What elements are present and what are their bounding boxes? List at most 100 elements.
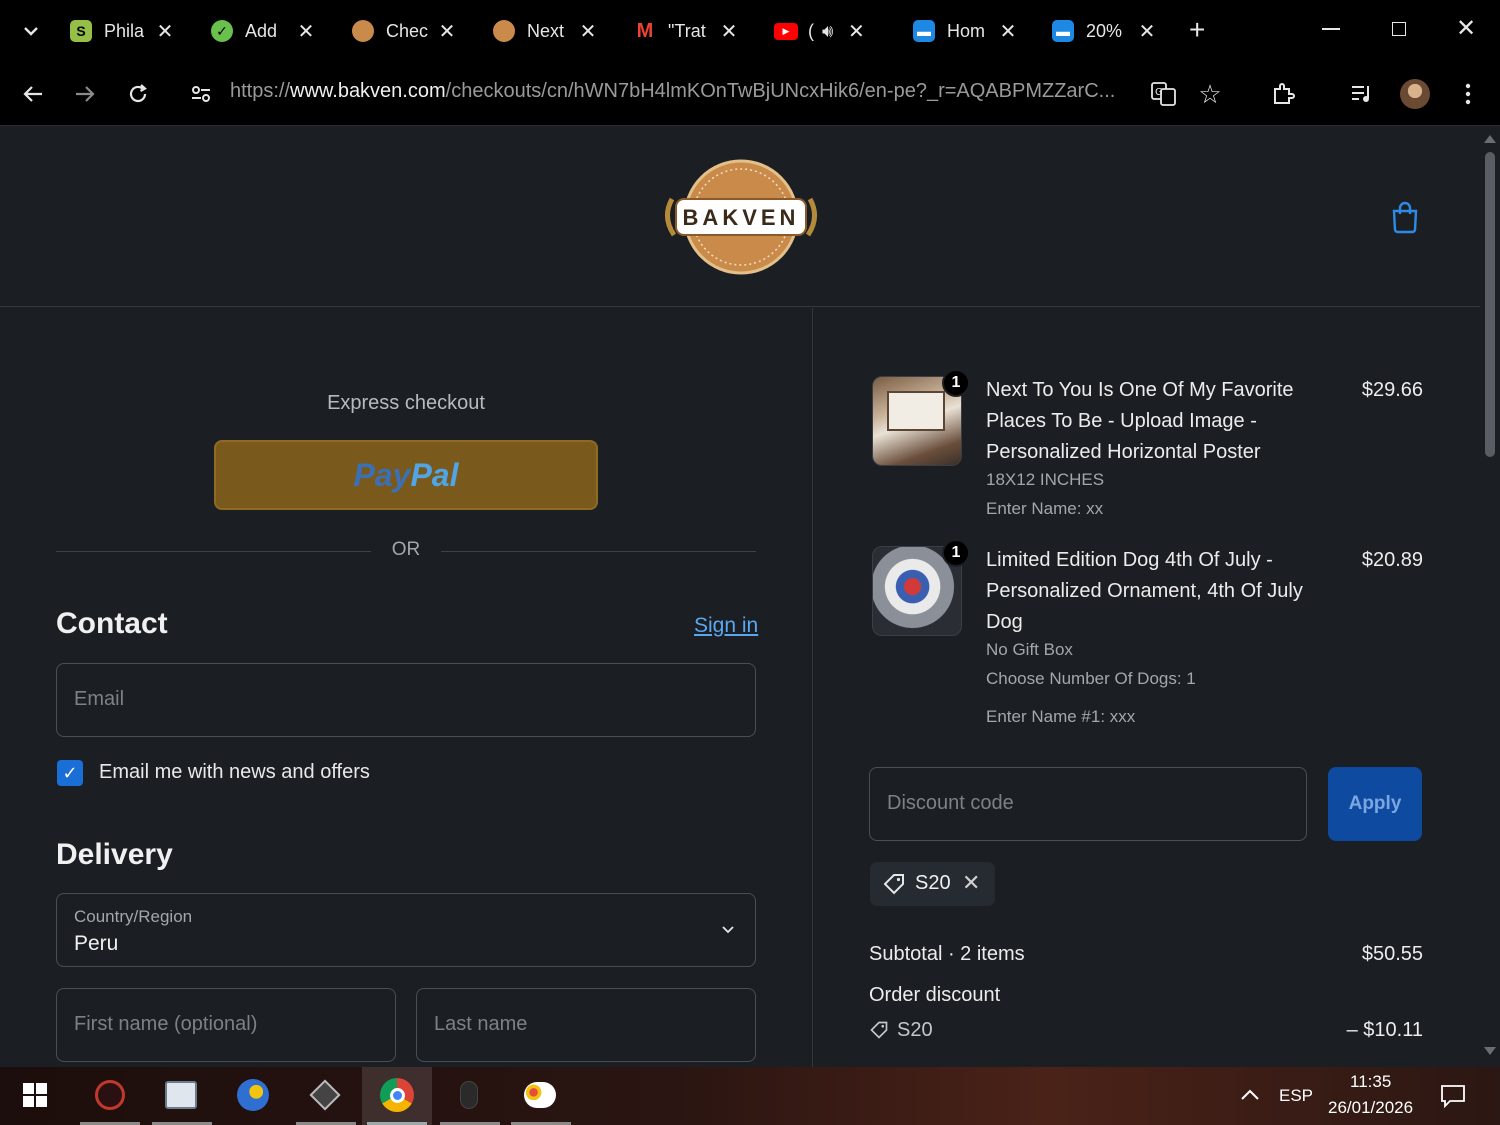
paint-app-icon[interactable] xyxy=(520,1075,560,1115)
divider-line xyxy=(56,551,371,552)
translate-icon[interactable]: G xyxy=(1148,78,1180,110)
close-window-icon[interactable]: ✕ xyxy=(1456,14,1476,43)
product-option: 18X12 INCHES xyxy=(986,470,1105,489)
scroll-up-arrow-icon[interactable] xyxy=(1484,135,1496,143)
language-indicator[interactable]: ESP xyxy=(1279,1086,1313,1106)
tab-label: "Trat xyxy=(668,20,706,41)
first-name-field[interactable]: First name (optional) xyxy=(56,988,396,1062)
tab-close-icon[interactable]: ✕ xyxy=(579,19,597,44)
url-host: www.bakven.com xyxy=(290,80,446,102)
bakven-logo[interactable]: BAKVEN xyxy=(660,159,822,275)
applied-code-label: S20 xyxy=(915,872,951,894)
extensions-icon[interactable] xyxy=(1268,78,1300,110)
app-icon: ✓ xyxy=(211,20,233,42)
email-field[interactable]: Email xyxy=(56,663,756,737)
tool-app-icon[interactable] xyxy=(305,1075,345,1115)
mouse-app-icon[interactable] xyxy=(449,1075,489,1115)
logo-text: BAKVEN xyxy=(683,205,800,230)
product-price: $20.89 xyxy=(1361,549,1423,571)
tab-label: Chec xyxy=(386,20,428,41)
last-name-placeholder: Last name xyxy=(434,1013,528,1035)
browser-menu-icon[interactable] xyxy=(1452,78,1484,110)
browser-tab[interactable]: S Phila ✕ xyxy=(70,12,174,50)
reload-icon[interactable] xyxy=(122,78,154,110)
apply-button[interactable]: Apply xyxy=(1328,767,1422,841)
browser-tab[interactable]: ▬ 20% ✕ xyxy=(1052,12,1156,50)
tag-icon xyxy=(870,1021,888,1039)
tab-close-icon[interactable]: ✕ xyxy=(999,19,1017,44)
country-select[interactable]: Country/Region Peru xyxy=(56,893,756,967)
tab-label: 20% xyxy=(1086,20,1123,41)
sign-in-link[interactable]: Sign in xyxy=(694,614,758,638)
product-option: Choose Number Of Dogs: 1 xyxy=(986,669,1196,688)
address-bar[interactable]: https://www.bakven.com/checkouts/cn/hWN7… xyxy=(230,80,1130,103)
newsletter-label: Email me with news and offers xyxy=(99,761,370,783)
notification-icon[interactable] xyxy=(1440,1084,1466,1113)
tab-close-icon[interactable]: ✕ xyxy=(156,19,174,44)
scroll-down-arrow-icon[interactable] xyxy=(1484,1047,1496,1055)
windows-start-icon[interactable] xyxy=(15,1075,55,1115)
browser-tab-strip: S Phila ✕ ✓ Add ✕ Chec ✕ Next ✕ M "Trat … xyxy=(0,0,1500,62)
subtotal-label: Subtotal · 2 items xyxy=(869,943,1025,965)
cursor-app-icon[interactable] xyxy=(90,1075,130,1115)
product-title: Next To You Is One Of My Favorite Places… xyxy=(986,379,1294,463)
product-title: Limited Edition Dog 4th Of July - Person… xyxy=(986,549,1303,633)
order-discount-label: Order discount xyxy=(869,984,1001,1006)
clock-time[interactable]: 11:35 xyxy=(1350,1072,1391,1092)
tab-close-icon[interactable]: ✕ xyxy=(1138,19,1156,44)
tab-close-icon[interactable]: ✕ xyxy=(297,19,315,44)
forward-arrow-icon[interactable] xyxy=(69,78,101,110)
tab-label: Phila xyxy=(104,20,145,41)
chrome-icon[interactable] xyxy=(377,1075,417,1115)
express-checkout-label: Express checkout xyxy=(327,392,485,414)
back-arrow-icon[interactable] xyxy=(17,78,49,110)
tab-search-chevron-icon[interactable] xyxy=(20,20,42,42)
clock-date[interactable]: 26/01/2026 xyxy=(1328,1098,1413,1118)
chevron-down-icon xyxy=(722,926,734,934)
windows-taskbar: ESP 11:35 26/01/2026 xyxy=(0,1067,1500,1125)
browser-tab[interactable]: Next ✕ xyxy=(493,12,597,50)
tab-close-icon[interactable]: ✕ xyxy=(720,19,738,44)
bookmark-star-icon[interactable]: ☆ xyxy=(1194,78,1226,110)
country-value: Peru xyxy=(74,932,119,955)
monitor-app-icon[interactable] xyxy=(161,1075,201,1115)
profile-avatar[interactable] xyxy=(1399,78,1431,110)
gmail-icon: M xyxy=(636,19,654,42)
discount-value: – $10.11 xyxy=(1346,1019,1423,1041)
scroll-thumb[interactable] xyxy=(1485,152,1495,457)
divider-line xyxy=(441,551,756,552)
order-discount-row: Order discount xyxy=(869,984,1423,1007)
new-tab-button[interactable]: + xyxy=(1189,14,1205,46)
pointer-app-icon[interactable] xyxy=(233,1075,273,1115)
newsletter-checkbox[interactable]: ✓ xyxy=(57,760,83,786)
browser-tab[interactable]: ▶ ( 🔊︎ ✕ xyxy=(774,12,865,50)
browser-tab[interactable]: ✓ Add ✕ xyxy=(211,12,315,50)
browser-toolbar: https://www.bakven.com/checkouts/cn/hWN7… xyxy=(0,62,1500,126)
product-price: $29.66 xyxy=(1361,379,1423,401)
paypal-button[interactable]: Pay Pal xyxy=(214,440,598,510)
tab-close-icon[interactable]: ✕ xyxy=(847,19,865,44)
tray-chevron-up-icon[interactable] xyxy=(1240,1087,1260,1106)
contact-heading: Contact xyxy=(56,607,168,640)
site-settings-icon[interactable] xyxy=(185,78,217,110)
speaker-icon[interactable]: 🔊︎ xyxy=(822,21,833,42)
browser-tab[interactable]: M "Trat ✕ xyxy=(634,12,738,50)
restore-icon[interactable] xyxy=(1392,22,1406,36)
bakven-icon xyxy=(493,20,515,42)
discount-code-field[interactable]: Discount code xyxy=(869,767,1307,841)
page-scrollbar[interactable] xyxy=(1480,127,1500,1067)
tab-close-icon[interactable]: ✕ xyxy=(438,19,456,44)
media-controls-icon[interactable] xyxy=(1346,78,1378,110)
remove-discount-icon[interactable]: ✕ xyxy=(962,870,980,896)
last-name-field[interactable]: Last name xyxy=(416,988,756,1062)
applied-discount-chip: S20 ✕ xyxy=(870,862,995,906)
browser-tab[interactable]: Chec ✕ xyxy=(352,12,456,50)
discount-placeholder: Discount code xyxy=(887,792,1014,814)
shopping-bag-icon[interactable] xyxy=(1390,200,1420,234)
chat-icon: ▬ xyxy=(913,20,935,42)
paypal-wordmark-pal: Pal xyxy=(410,456,459,493)
shopify-icon: S xyxy=(70,20,92,42)
browser-tab[interactable]: ▬ Hom ✕ xyxy=(913,12,1017,50)
minimize-icon[interactable] xyxy=(1322,28,1340,30)
country-label: Country/Region xyxy=(74,907,193,926)
